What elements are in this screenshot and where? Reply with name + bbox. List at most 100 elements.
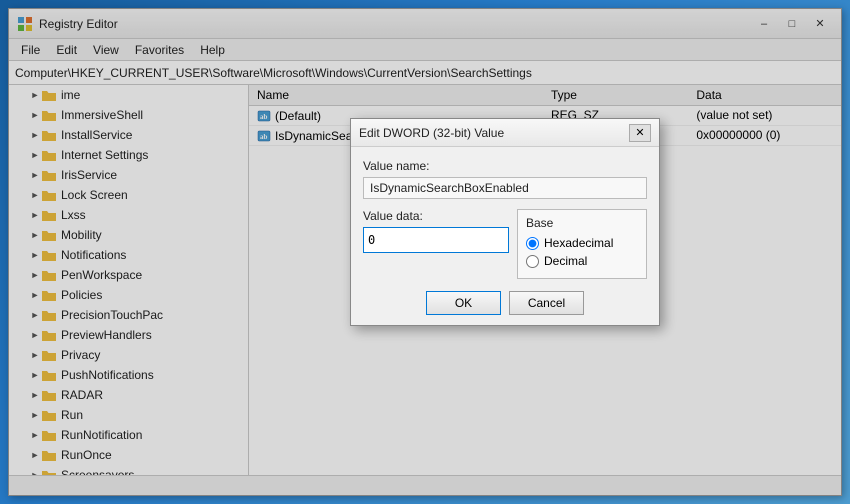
folder-icon xyxy=(41,148,57,162)
menu-help[interactable]: Help xyxy=(192,41,233,59)
dialog-buttons: OK Cancel xyxy=(363,291,647,315)
expand-icon: ► xyxy=(29,370,41,380)
tree-item-immersiveshell[interactable]: ► ImmersiveShell xyxy=(9,105,248,125)
dialog-close-button[interactable]: ✕ xyxy=(629,124,651,142)
minimize-button[interactable]: – xyxy=(751,14,777,34)
expand-icon: ► xyxy=(29,410,41,420)
folder-icon xyxy=(41,328,57,342)
dialog-bottom: Value data: Base Hexadecimal Decimal xyxy=(363,209,647,279)
dec-radio-row[interactable]: Decimal xyxy=(526,254,638,268)
expand-icon: ► xyxy=(29,110,41,120)
menu-edit[interactable]: Edit xyxy=(48,41,85,59)
expand-icon: ► xyxy=(29,170,41,180)
cancel-button[interactable]: Cancel xyxy=(509,291,584,315)
tree-item-runnotification[interactable]: ► RunNotification xyxy=(9,425,248,445)
folder-icon xyxy=(41,448,57,462)
tree-label: Policies xyxy=(61,288,102,302)
tree-item-previewhandlers[interactable]: ► PreviewHandlers xyxy=(9,325,248,345)
tree-label: PenWorkspace xyxy=(61,268,142,282)
hex-radio-row[interactable]: Hexadecimal xyxy=(526,236,638,250)
value-data-section: Value data: xyxy=(363,209,509,279)
dec-radio[interactable] xyxy=(526,255,539,268)
expand-icon: ► xyxy=(29,330,41,340)
tree-item-ime[interactable]: ► ime xyxy=(9,85,248,105)
menu-file[interactable]: File xyxy=(13,41,48,59)
tree-label: Lock Screen xyxy=(61,188,128,202)
folder-icon xyxy=(41,268,57,282)
folder-icon xyxy=(41,168,57,182)
value-name-label: Value name: xyxy=(363,159,647,173)
menu-bar: File Edit View Favorites Help xyxy=(9,39,841,61)
expand-icon: ► xyxy=(29,350,41,360)
hex-label: Hexadecimal xyxy=(544,236,613,250)
tree-item-lockscreen[interactable]: ► Lock Screen xyxy=(9,185,248,205)
tree-item-screensavers[interactable]: ► Screensavers xyxy=(9,465,248,475)
folder-icon xyxy=(41,208,57,222)
col-name: Name xyxy=(249,85,543,106)
tree-item-policies[interactable]: ► Policies xyxy=(9,285,248,305)
maximize-button[interactable]: □ xyxy=(779,14,805,34)
tree-item-mobility[interactable]: ► Mobility xyxy=(9,225,248,245)
tree-item-installservice[interactable]: ► InstallService xyxy=(9,125,248,145)
expand-icon: ► xyxy=(29,390,41,400)
tree-item-notifications[interactable]: ► Notifications xyxy=(9,245,248,265)
value-name-row: Value name: IsDynamicSearchBoxEnabled xyxy=(363,159,647,199)
folder-icon xyxy=(41,388,57,402)
tree-label: IrisService xyxy=(61,168,117,182)
expand-icon: ► xyxy=(29,290,41,300)
tree-label: Notifications xyxy=(61,248,126,262)
expand-icon: ► xyxy=(29,430,41,440)
dec-label: Decimal xyxy=(544,254,587,268)
folder-icon xyxy=(41,428,57,442)
menu-favorites[interactable]: Favorites xyxy=(127,41,192,59)
address-bar: Computer\HKEY_CURRENT_USER\Software\Micr… xyxy=(9,61,841,85)
tree-label: Lxss xyxy=(61,208,86,222)
dialog-body: Value name: IsDynamicSearchBoxEnabled Va… xyxy=(351,147,659,325)
tree-item-lxss[interactable]: ► Lxss xyxy=(9,205,248,225)
tree-label: PrecisionTouchPac xyxy=(61,308,163,322)
folder-icon xyxy=(41,348,57,362)
expand-icon: ► xyxy=(29,450,41,460)
tree-item-precisiontouchpac[interactable]: ► PrecisionTouchPac xyxy=(9,305,248,325)
value-name-display: IsDynamicSearchBoxEnabled xyxy=(363,177,647,199)
tree-item-runonce[interactable]: ► RunOnce xyxy=(9,445,248,465)
folder-icon xyxy=(41,228,57,242)
app-icon xyxy=(17,16,33,32)
expand-icon: ► xyxy=(29,310,41,320)
tree-item-privacy[interactable]: ► Privacy xyxy=(9,345,248,365)
close-button[interactable]: ✕ xyxy=(807,14,833,34)
base-title: Base xyxy=(526,216,638,230)
title-controls: – □ ✕ xyxy=(751,14,833,34)
expand-icon: ► xyxy=(29,150,41,160)
window-title: Registry Editor xyxy=(39,17,751,31)
expand-icon: ► xyxy=(29,210,41,220)
expand-icon: ► xyxy=(29,230,41,240)
tree-label: RADAR xyxy=(61,388,103,402)
tree-item-irisservice[interactable]: ► IrisService xyxy=(9,165,248,185)
col-data: Data xyxy=(688,85,841,106)
folder-icon xyxy=(41,308,57,322)
menu-view[interactable]: View xyxy=(85,41,127,59)
tree-pane[interactable]: ► ime ► ImmersiveShell ► Instal xyxy=(9,85,249,475)
expand-icon: ► xyxy=(29,190,41,200)
tree-label: PushNotifications xyxy=(61,368,154,382)
tree-label: Internet Settings xyxy=(61,148,148,162)
folder-icon xyxy=(41,188,57,202)
tree-item-run[interactable]: ► Run xyxy=(9,405,248,425)
value-data-input[interactable] xyxy=(363,227,509,253)
svg-text:ab: ab xyxy=(260,133,268,141)
hex-radio[interactable] xyxy=(526,237,539,250)
tree-label: RunOnce xyxy=(61,448,112,462)
tree-item-pushnotifications[interactable]: ► PushNotifications xyxy=(9,365,248,385)
folder-icon xyxy=(41,108,57,122)
value-data-label: Value data: xyxy=(363,209,509,223)
folder-icon xyxy=(41,88,57,102)
folder-icon xyxy=(41,128,57,142)
tree-item-penworkspace[interactable]: ► PenWorkspace xyxy=(9,265,248,285)
status-bar xyxy=(9,475,841,495)
base-section: Base Hexadecimal Decimal xyxy=(517,209,647,279)
tree-item-internetsettings[interactable]: ► Internet Settings xyxy=(9,145,248,165)
expand-icon: ► xyxy=(29,90,41,100)
ok-button[interactable]: OK xyxy=(426,291,501,315)
tree-item-radar[interactable]: ► RADAR xyxy=(9,385,248,405)
